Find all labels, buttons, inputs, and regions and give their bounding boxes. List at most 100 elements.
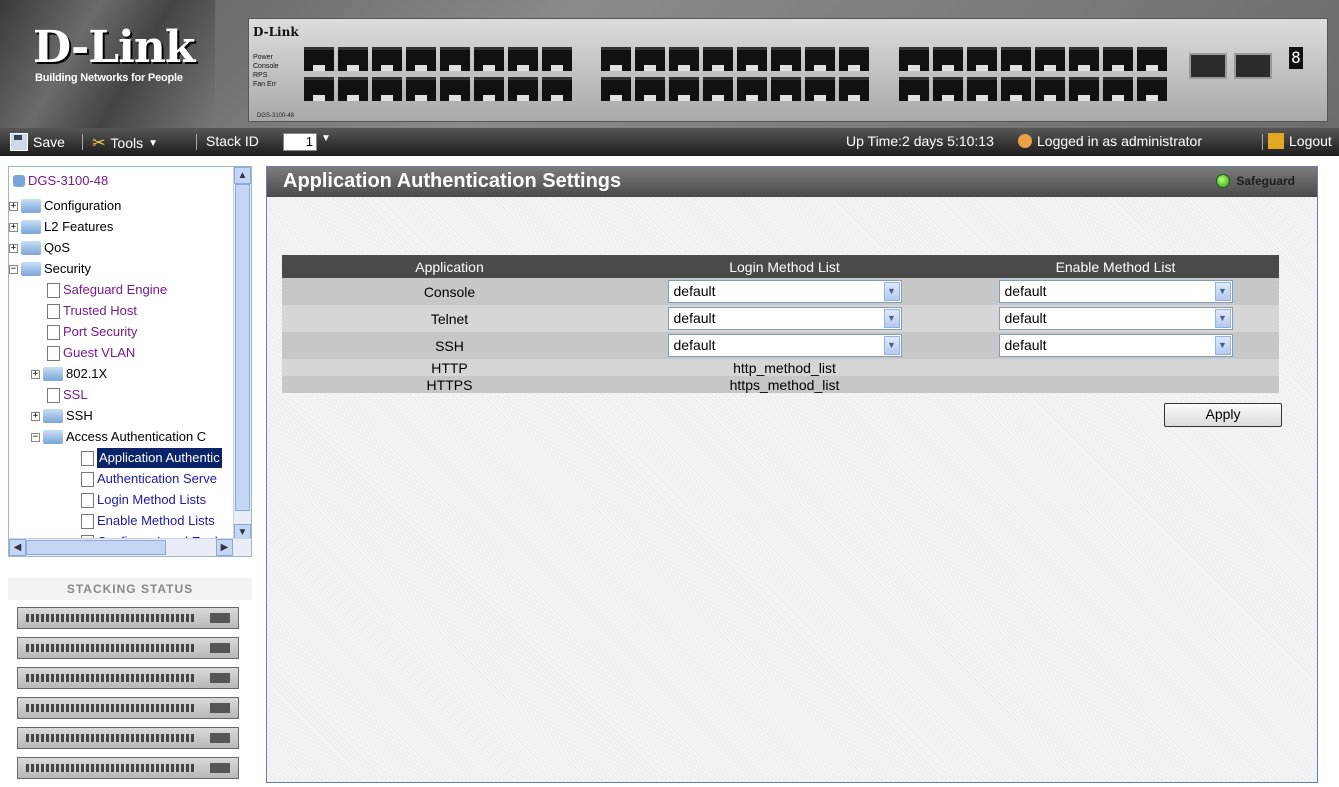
table-row: SSH default ▼ default ▼	[282, 332, 1279, 359]
stack-id-select[interactable]: 1	[283, 133, 317, 151]
app-name: HTTP	[282, 359, 617, 376]
tree-item-safeguard-engine[interactable]: Safeguard Engine	[47, 280, 167, 300]
enable-method-text	[952, 376, 1279, 393]
stack-id-text: Stack ID	[206, 133, 259, 149]
enable-cell: default ▼	[952, 332, 1279, 359]
tree-item-ssh[interactable]: + SSH	[31, 406, 93, 426]
scroll-up-icon[interactable]: ▲	[234, 167, 251, 184]
led-rps: RPS	[253, 72, 268, 79]
tree-label: Authentication Serve	[97, 471, 217, 486]
logout-label: Logout	[1289, 133, 1332, 149]
enable-method-select[interactable]: default ▼	[998, 307, 1233, 330]
tree-item-security[interactable]: − Security	[9, 259, 91, 279]
scroll-right-icon[interactable]: ▶	[216, 539, 233, 556]
chevron-down-icon[interactable]: ▼	[1214, 282, 1231, 301]
tree-item-authentication-server[interactable]: Authentication Serve	[81, 469, 217, 489]
sfp-port	[1189, 53, 1227, 79]
apply-button[interactable]: Apply	[1164, 403, 1282, 427]
enable-method-select[interactable]: default ▼	[998, 280, 1233, 303]
collapse-icon[interactable]: −	[9, 264, 18, 274]
stacking-status-header: STACKING STATUS	[8, 578, 252, 600]
chevron-down-icon[interactable]: ▼	[1214, 336, 1231, 355]
folder-icon	[21, 199, 41, 213]
tree-item-ssl[interactable]: SSL	[47, 385, 88, 405]
expand-icon[interactable]: +	[9, 243, 18, 253]
table-header-row: Application Login Method List Enable Met…	[282, 255, 1279, 278]
scroll-thumb[interactable]	[235, 184, 250, 511]
tools-menu-button[interactable]: ✂ Tools ▼	[92, 133, 158, 153]
tree-item-configuration[interactable]: + Configuration	[9, 196, 121, 216]
save-button[interactable]: Save	[10, 133, 65, 151]
chevron-down-icon[interactable]: ▼	[321, 133, 331, 144]
tree-label: Security	[44, 261, 91, 276]
scroll-left-icon[interactable]: ◀	[9, 539, 26, 556]
stack-id-label: Stack ID	[206, 133, 259, 149]
page-icon	[47, 282, 60, 298]
tree-label: Login Method Lists	[97, 492, 207, 507]
tree-item-login-method-lists[interactable]: Login Method Lists	[81, 490, 206, 510]
expand-icon[interactable]: +	[31, 411, 40, 421]
collapse-icon[interactable]: −	[31, 432, 40, 442]
toolbar-divider	[82, 134, 83, 150]
col-login-method: Login Method List	[617, 255, 952, 278]
app-name: HTTPS	[282, 376, 617, 393]
chevron-down-icon[interactable]: ▼	[883, 309, 900, 328]
stack-unit-image[interactable]	[17, 757, 239, 779]
table-row: HTTP http_method_list	[282, 359, 1279, 376]
tree-item-trusted-host[interactable]: Trusted Host	[47, 301, 137, 321]
safeguard-label: Safeguard	[1236, 174, 1295, 188]
tree-label: Configuration	[44, 198, 122, 213]
uptime-text: Up Time:2 days 5:10:13	[846, 133, 994, 149]
device-logo: D-Link	[253, 25, 299, 39]
sfp-port	[1234, 53, 1272, 79]
scroll-thumb[interactable]	[26, 540, 166, 555]
login-method-select[interactable]: default ▼	[667, 307, 902, 330]
enable-method-text	[952, 359, 1279, 376]
chevron-down-icon: ▼	[148, 137, 158, 149]
stack-unit-image[interactable]	[17, 667, 239, 689]
tree-vertical-scrollbar[interactable]: ▲ ▼	[233, 167, 251, 541]
user-icon	[1018, 134, 1032, 148]
login-method-select[interactable]: default ▼	[667, 280, 902, 303]
tree-label: Port Security	[63, 324, 138, 339]
toolbar-divider	[1262, 134, 1263, 150]
login-method-select[interactable]: default ▼	[667, 334, 902, 357]
page-icon	[81, 513, 94, 529]
col-application: Application	[282, 255, 617, 278]
stack-unit-image[interactable]	[17, 697, 239, 719]
enable-method-select[interactable]: default ▼	[998, 334, 1233, 357]
stack-unit-image[interactable]	[17, 637, 239, 659]
stack-digit-display: 8	[1289, 47, 1303, 69]
tree-horizontal-scrollbar[interactable]: ◀ ▶	[9, 538, 251, 556]
folder-icon	[21, 220, 41, 234]
stack-unit-image[interactable]	[17, 607, 239, 629]
main-content: Application Authentication Settings Safe…	[266, 166, 1318, 783]
stack-unit-image[interactable]	[17, 727, 239, 749]
tree-item-enable-method-lists[interactable]: Enable Method Lists	[81, 511, 215, 531]
chevron-down-icon[interactable]: ▼	[1214, 309, 1231, 328]
tree-item-application-authentication[interactable]: Application Authentic	[81, 448, 222, 468]
logout-button[interactable]: Logout	[1268, 133, 1332, 149]
tree-item-access-authentication[interactable]: − Access Authentication C	[31, 427, 206, 447]
tree-item-l2-features[interactable]: + L2 Features	[9, 217, 113, 237]
tree-item-qos[interactable]: + QoS	[9, 238, 70, 258]
tree-label: Access Authentication C	[66, 429, 207, 444]
chevron-down-icon[interactable]: ▼	[883, 336, 900, 355]
tree-label: L2 Features	[44, 219, 114, 234]
dlink-logo: D-Link Building Networks for People	[0, 0, 215, 128]
expand-icon[interactable]: +	[9, 222, 18, 232]
tree-item-guest-vlan[interactable]: Guest VLAN	[47, 343, 135, 363]
select-value: default	[1004, 337, 1047, 353]
port-group-3	[899, 47, 1169, 101]
tree-root[interactable]: DGS-3100-48	[13, 171, 108, 191]
brand-name: D-Link	[33, 22, 195, 73]
device-led-labels: Power Console RPS Fan Err	[253, 53, 279, 89]
led-console: Console	[253, 63, 279, 70]
tree-item-port-security[interactable]: Port Security	[47, 322, 137, 342]
tree-item-8021x[interactable]: + 802.1X	[31, 364, 107, 384]
app-name: SSH	[282, 332, 617, 359]
chevron-down-icon[interactable]: ▼	[883, 282, 900, 301]
expand-icon[interactable]: +	[9, 201, 18, 211]
expand-icon[interactable]: +	[31, 369, 40, 379]
folder-icon	[43, 367, 63, 381]
